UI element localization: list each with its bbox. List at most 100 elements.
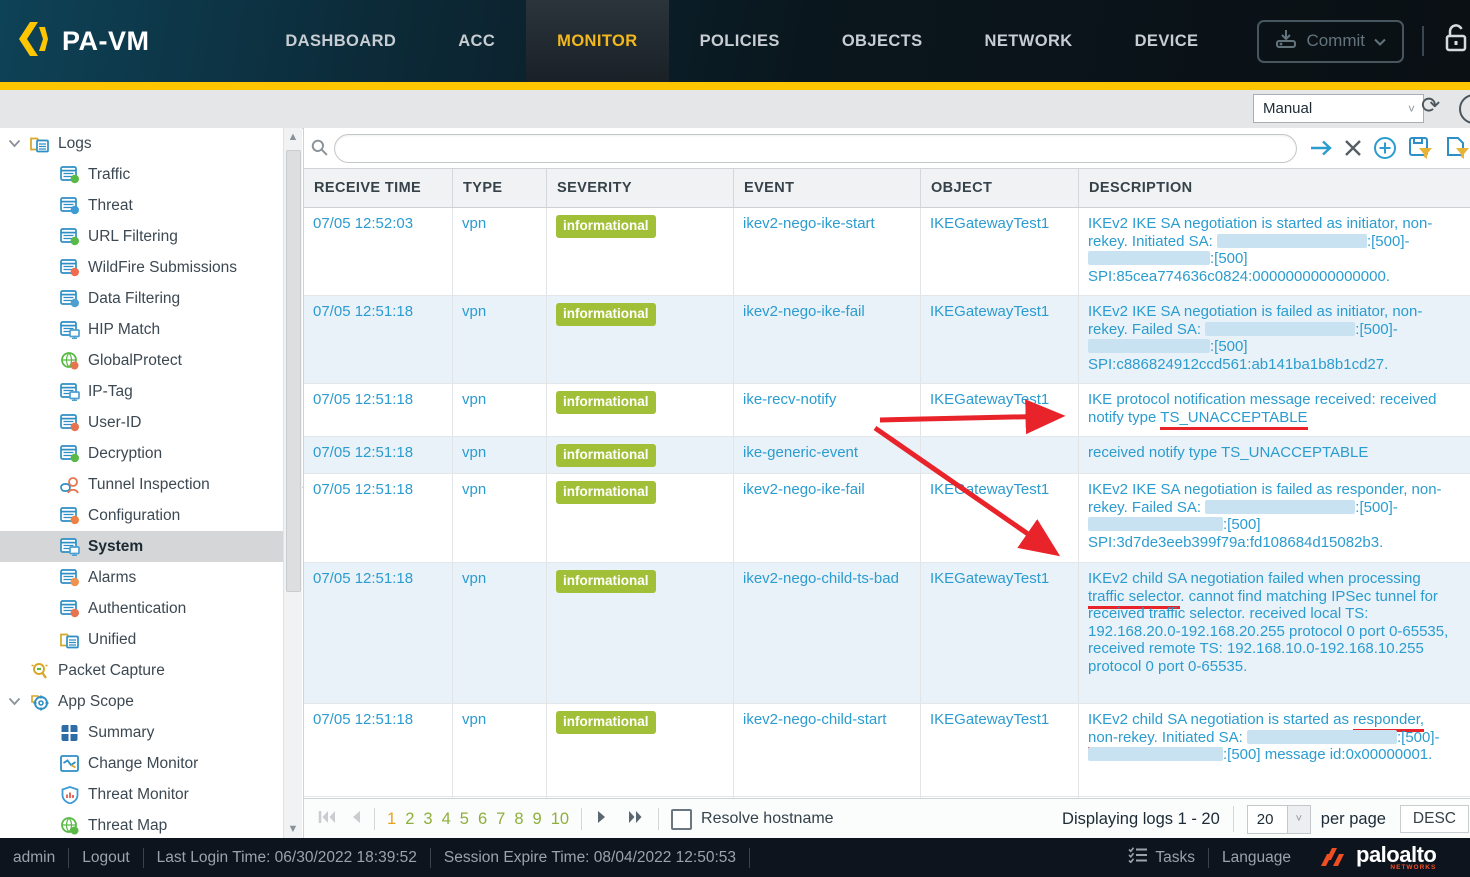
sidebar-item-change-monitor[interactable]: Change Monitor (0, 748, 283, 779)
tab-network[interactable]: NETWORK (954, 0, 1104, 82)
sidebar-item-authentication[interactable]: Authentication (0, 593, 283, 624)
log-row[interactable]: 07/05 12:51:18 vpn informational ike-generi… (304, 437, 1470, 474)
resolve-hostname-checkbox[interactable] (671, 808, 693, 830)
sidebar-item-alarms[interactable]: Alarms (0, 562, 283, 593)
sidebar-item-system[interactable]: System (0, 531, 283, 562)
commit-button[interactable]: Commit (1257, 19, 1404, 63)
cell-object[interactable]: IKEGatewayTest1 (921, 384, 1079, 436)
page-number-5[interactable]: 5 (460, 810, 469, 829)
language-link[interactable]: Language (1209, 849, 1304, 867)
cell-receive-time[interactable]: 07/05 12:51:18 (304, 437, 453, 473)
log-row[interactable]: 07/05 12:51:18 vpn informational ike-recv-n… (304, 384, 1470, 437)
log-row[interactable]: 07/05 12:51:18 vpn informational ikev2-nego… (304, 296, 1470, 384)
filter-search-input[interactable] (334, 133, 1297, 163)
tab-monitor[interactable]: MONITOR (526, 0, 669, 82)
sidebar-item-app-scope[interactable]: App Scope (0, 686, 283, 717)
cell-type[interactable]: vpn (453, 296, 547, 383)
page-number-6[interactable]: 6 (478, 810, 487, 829)
sidebar-item-threat-monitor[interactable]: Threat Monitor (0, 779, 283, 810)
cell-receive-time[interactable]: 07/05 12:51:18 (304, 563, 453, 703)
cell-event[interactable]: ikev2-nego-ike-fail (734, 474, 921, 562)
cell-event[interactable]: ike-recv-notify (734, 384, 921, 436)
sidebar-item-threat[interactable]: Threat (0, 190, 283, 221)
sidebar-item-unified[interactable]: Unified (0, 624, 283, 655)
page-number-9[interactable]: 9 (533, 810, 542, 829)
tab-dashboard[interactable]: DASHBOARD (254, 0, 427, 82)
sidebar-item-data-filtering[interactable]: Data Filtering (0, 283, 283, 314)
page-number-8[interactable]: 8 (514, 810, 523, 829)
cell-type[interactable]: vpn (453, 474, 547, 562)
prev-page-icon[interactable] (350, 810, 362, 829)
sidebar-item-ip-tag[interactable]: IP-Tag (0, 376, 283, 407)
cell-type[interactable]: vpn (453, 563, 547, 703)
sidebar-item-hip-match[interactable]: HIP Match (0, 314, 283, 345)
log-row[interactable]: 07/05 12:51:18 vpn informational ikev2-nego… (304, 704, 1470, 797)
tab-acc[interactable]: ACC (427, 0, 526, 82)
sidebar-item-url-filtering[interactable]: URL Filtering (0, 221, 283, 252)
cell-event[interactable]: ikev2-nego-ike-start (734, 208, 921, 295)
sidebar-item-traffic[interactable]: Traffic (0, 159, 283, 190)
load-filter-icon[interactable] (1445, 136, 1470, 160)
cell-event[interactable]: ikev2-nego-child-ts-bad (734, 563, 921, 703)
refresh-mode-select[interactable]: Manual ˅ (1253, 94, 1424, 123)
first-page-icon[interactable] (318, 810, 336, 829)
per-page-select[interactable]: 20 ˅ (1246, 804, 1311, 834)
logout-link[interactable]: Logout (69, 849, 142, 867)
cell-object[interactable]: IKEGatewayTest1 (921, 474, 1079, 562)
column-header-description[interactable]: DESCRIPTION (1079, 169, 1470, 207)
cell-object[interactable]: IKEGatewayTest1 (921, 208, 1079, 295)
sort-order-button[interactable]: DESC (1399, 805, 1469, 833)
column-header-object[interactable]: OBJECT (921, 169, 1079, 207)
chevron-down-icon[interactable] (8, 139, 30, 148)
scroll-down-icon[interactable]: ▼ (287, 823, 299, 835)
cell-object[interactable]: IKEGatewayTest1 (921, 296, 1079, 383)
page-number-7[interactable]: 7 (496, 810, 505, 829)
cell-event[interactable]: ikev2-nego-ike-fail (734, 296, 921, 383)
cell-event[interactable]: ikev2-nego-child-start (734, 704, 921, 796)
scrollbar-thumb[interactable] (286, 150, 301, 592)
tab-objects[interactable]: OBJECTS (811, 0, 954, 82)
apply-filter-arrow-icon[interactable] (1309, 139, 1333, 157)
save-filter-icon[interactable] (1408, 136, 1434, 160)
page-number-10[interactable]: 10 (551, 810, 569, 829)
cell-type[interactable]: vpn (453, 208, 547, 295)
log-row[interactable]: 07/05 12:51:18 vpn informational ikev2-nego… (304, 563, 1470, 704)
column-header-type[interactable]: TYPE (453, 169, 547, 207)
sidebar-item-user-id[interactable]: User-ID (0, 407, 283, 438)
unlock-icon[interactable] (1442, 23, 1470, 60)
cell-type[interactable]: vpn (453, 437, 547, 473)
cell-receive-time[interactable]: 07/05 12:51:18 (304, 474, 453, 562)
cell-type[interactable]: vpn (453, 704, 547, 796)
log-row[interactable]: 07/05 12:52:03 vpn informational ikev2-nego… (304, 208, 1470, 296)
column-header-receive-time[interactable]: RECEIVE TIME (304, 169, 453, 207)
help-icon[interactable]: ? (1459, 94, 1470, 124)
scroll-up-icon[interactable]: ▲ (287, 131, 299, 143)
last-page-icon[interactable] (628, 810, 646, 829)
cell-event[interactable]: ike-generic-event (734, 437, 921, 473)
sidebar-item-threat-map[interactable]: Threat Map (0, 810, 283, 838)
clear-filter-x-icon[interactable] (1344, 139, 1362, 157)
sidebar-item-packet-capture[interactable]: Packet Capture (0, 655, 283, 686)
cell-type[interactable]: vpn (453, 384, 547, 436)
add-filter-icon[interactable] (1373, 136, 1397, 160)
cell-object[interactable] (921, 437, 1079, 473)
cell-receive-time[interactable]: 07/05 12:51:18 (304, 704, 453, 796)
sidebar-item-configuration[interactable]: Configuration (0, 500, 283, 531)
refresh-icon[interactable]: ⟳ (1421, 92, 1440, 119)
sidebar-item-summary[interactable]: Summary (0, 717, 283, 748)
sidebar-item-wildfire-submissions[interactable]: WildFire Submissions (0, 252, 283, 283)
cell-receive-time[interactable]: 07/05 12:51:18 (304, 296, 453, 383)
column-header-severity[interactable]: SEVERITY (547, 169, 734, 207)
page-number-1[interactable]: 1 (387, 810, 396, 829)
next-page-icon[interactable] (596, 810, 608, 829)
sidebar-item-decryption[interactable]: Decryption (0, 438, 283, 469)
tasks-link[interactable]: Tasks (1155, 849, 1208, 867)
page-number-4[interactable]: 4 (442, 810, 451, 829)
tab-device[interactable]: DEVICE (1104, 0, 1230, 82)
sidebar-item-globalprotect[interactable]: GlobalProtect (0, 345, 283, 376)
tab-policies[interactable]: POLICIES (669, 0, 811, 82)
column-header-event[interactable]: EVENT (734, 169, 921, 207)
cell-object[interactable]: IKEGatewayTest1 (921, 704, 1079, 796)
sidebar-item-logs[interactable]: Logs (0, 128, 283, 159)
sidebar-scrollbar[interactable]: ▲ ▼ (283, 128, 302, 838)
